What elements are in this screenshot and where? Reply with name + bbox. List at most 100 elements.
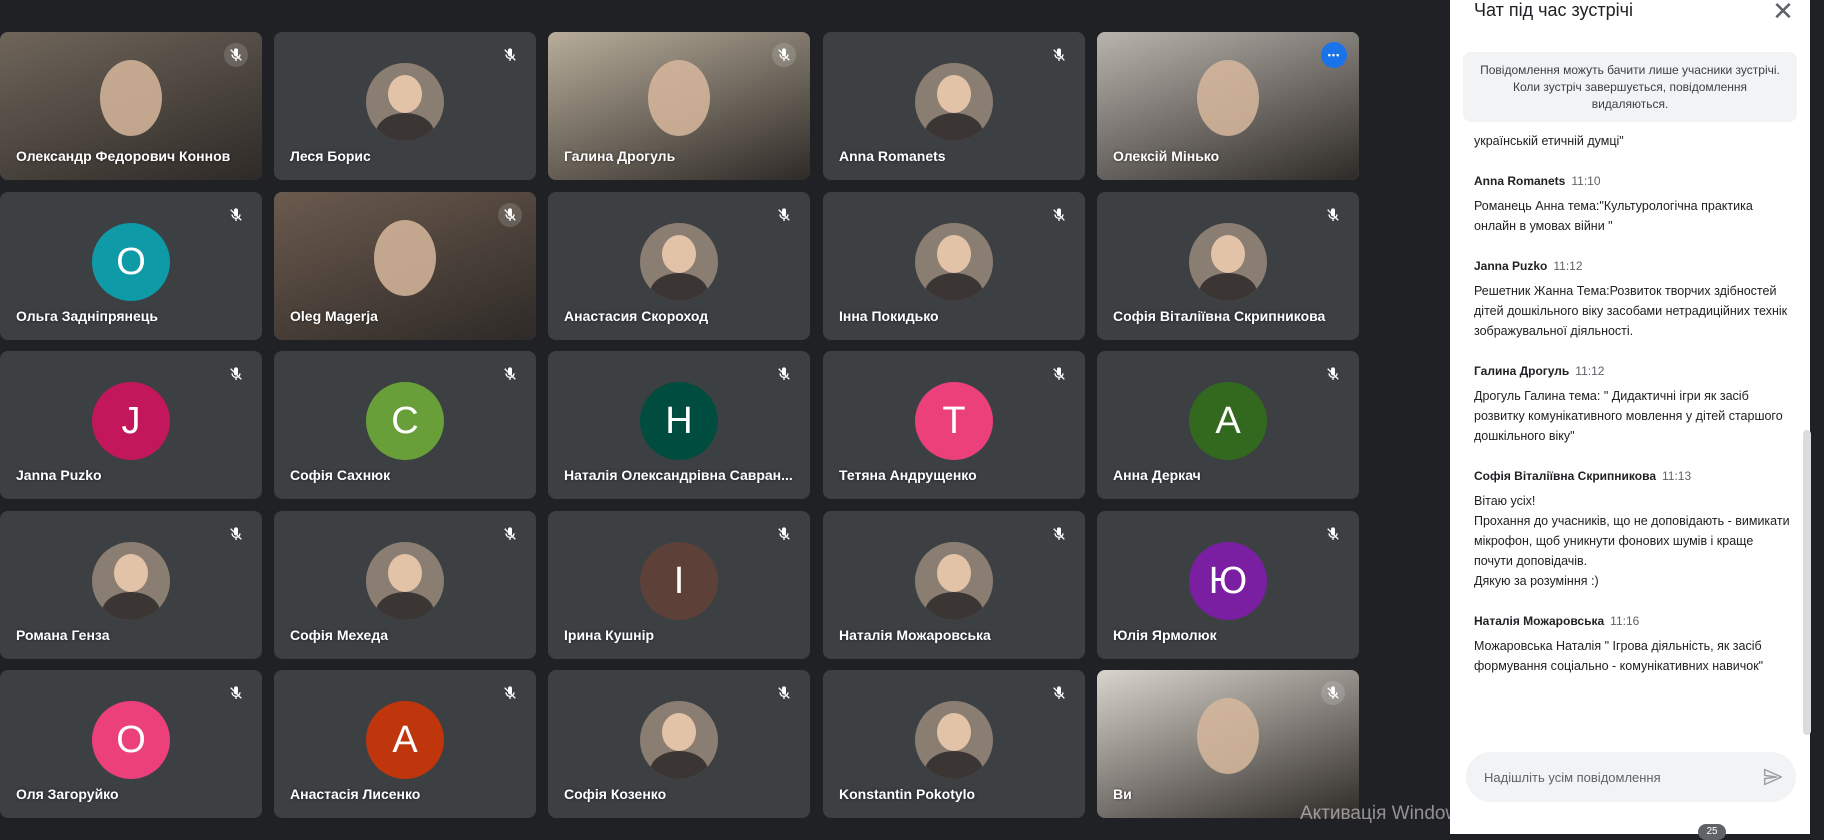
chat-title: Чат під час зустрічі — [1474, 0, 1633, 20]
participant-face — [1197, 60, 1259, 136]
participant-name: Леся Борис — [290, 148, 371, 164]
close-icon[interactable]: ✕ — [1768, 0, 1798, 26]
chat-message: Janna Puzko 11:12 Решетник Жанна Тема:Розв… — [1474, 259, 1790, 341]
participant-avatar: І — [640, 542, 718, 620]
message-text: Романець Анна тема:"Культурологічна прак… — [1474, 199, 1753, 233]
mic-muted-icon — [1047, 43, 1071, 67]
send-icon[interactable] — [1762, 767, 1784, 787]
mic-muted-icon — [1047, 681, 1071, 705]
participant-name: Романа Генза — [16, 627, 110, 643]
message-time: 11:12 — [1575, 364, 1605, 378]
participant-name: Ірина Кушнір — [564, 627, 655, 643]
message-header: Janna Puzko 11:12 — [1474, 259, 1790, 273]
participant-avatar: О — [92, 701, 170, 779]
participant-name: Наталія Олександрівна Савран... — [564, 467, 793, 483]
message-partial: українській етичній думці" — [1474, 131, 1790, 151]
mic-muted-icon — [224, 362, 248, 386]
participant-name: Konstantin Pokotylo — [839, 786, 976, 802]
participant-tile[interactable]: С Софія Сахнюк — [274, 351, 536, 499]
participant-name: Софія Козенко — [564, 786, 667, 802]
participant-avatar: О — [92, 223, 170, 301]
participant-tile[interactable]: Романа Генза — [0, 511, 262, 659]
participant-tile[interactable]: Олександр Федорович Коннов — [0, 32, 262, 180]
mic-muted-icon — [224, 681, 248, 705]
badge: 25 — [1698, 824, 1726, 840]
message-author: Галина Дрогуль — [1474, 364, 1570, 378]
message-author: Janna Puzko — [1474, 259, 1548, 273]
participant-avatar — [915, 542, 993, 620]
participant-tile[interactable]: Софія Мехеда — [274, 511, 536, 659]
mic-muted-icon — [772, 362, 796, 386]
participant-name: Софія Сахнюк — [290, 467, 391, 483]
participant-name: Анастасия Скороход — [564, 308, 709, 324]
participant-tile[interactable]: Наталія Можаровська — [823, 511, 1085, 659]
mic-muted-icon — [1321, 522, 1345, 546]
mic-muted-icon — [224, 43, 248, 67]
windows-activation-watermark: Активація Windows — [1300, 803, 1469, 824]
chat-scrollbar[interactable] — [1803, 430, 1811, 735]
mic-muted-icon — [224, 522, 248, 546]
message-header: Софія Віталіївна Скрипникова 11:13 — [1474, 469, 1790, 483]
message-header: Галина Дрогуль 11:12 — [1474, 364, 1790, 378]
participant-avatar — [640, 223, 718, 301]
mic-muted-icon — [772, 681, 796, 705]
participant-avatar: А — [1189, 382, 1267, 460]
participant-name: Ви — [1113, 786, 1132, 802]
more-options-icon[interactable]: ••• — [1321, 42, 1347, 68]
message-text: Дрогуль Галина тема: " Дидактичні ігри я… — [1474, 389, 1783, 443]
chat-message: Наталія Можаровська 11:16 Можаровська Ната… — [1474, 614, 1790, 676]
mic-muted-icon — [1321, 681, 1345, 705]
participant-tile[interactable]: Н Наталія Олександрівна Савран... — [548, 351, 810, 499]
participant-face — [374, 220, 436, 296]
participant-tile[interactable]: Інна Покидько — [823, 192, 1085, 340]
participant-tile[interactable]: Анастасия Скороход — [548, 192, 810, 340]
message-header: Anna Romanets 11:10 — [1474, 174, 1790, 188]
mic-muted-icon — [1321, 203, 1345, 227]
mic-muted-icon — [772, 203, 796, 227]
participant-avatar — [915, 63, 993, 141]
participant-tile[interactable]: О Оля Загоруйко — [0, 670, 262, 818]
participant-name: Anna Romanets — [839, 148, 946, 164]
message-composer — [1466, 752, 1796, 802]
participant-name: Софія Мехеда — [290, 627, 389, 643]
participant-tile[interactable]: Леся Борис — [274, 32, 536, 180]
participant-face — [648, 60, 710, 136]
participant-tile[interactable]: J Janna Puzko — [0, 351, 262, 499]
mic-muted-icon — [498, 43, 522, 67]
mic-muted-icon — [498, 203, 522, 227]
participant-tile[interactable]: А Анна Деркач — [1097, 351, 1359, 499]
participant-name: Наталія Можаровська — [839, 627, 991, 643]
participant-tile[interactable]: А Анастасія Лисенко — [274, 670, 536, 818]
participant-tile[interactable]: І Ірина Кушнір — [548, 511, 810, 659]
participant-tile[interactable]: Софія Козенко — [548, 670, 810, 818]
participant-avatar: Н — [640, 382, 718, 460]
mic-muted-icon — [1047, 203, 1071, 227]
mic-muted-icon — [1047, 522, 1071, 546]
message-text: Решетник Жанна Тема:Розвиток творчих зді… — [1474, 284, 1788, 338]
participant-tile[interactable]: Софія Віталіївна Скрипникова — [1097, 192, 1359, 340]
participant-tile[interactable]: ••• Олексій Мінько — [1097, 32, 1359, 180]
mic-muted-icon — [498, 681, 522, 705]
message-author: Наталія Можаровська — [1474, 614, 1605, 628]
participant-tile[interactable]: Anna Romanets — [823, 32, 1085, 180]
message-input[interactable] — [1484, 752, 1744, 802]
participant-tile[interactable]: Ви — [1097, 670, 1359, 818]
message-time: 11:13 — [1662, 469, 1692, 483]
participant-tile[interactable]: Konstantin Pokotylo — [823, 670, 1085, 818]
participant-name: Анна Деркач — [1113, 467, 1201, 483]
participant-name: Анастасія Лисенко — [290, 786, 421, 802]
participant-tile[interactable]: О Ольга Задніпрянець — [0, 192, 262, 340]
participant-avatar: Т — [915, 382, 993, 460]
participant-name: Інна Покидько — [839, 308, 939, 324]
participant-tile[interactable]: Oleg Magerja — [274, 192, 536, 340]
participant-avatar — [915, 223, 993, 301]
mic-muted-icon — [772, 43, 796, 67]
message-text: Можаровська Наталія " Ігрова діяльність,… — [1474, 639, 1764, 673]
message-list: українській етичній думці" Anna Romanets… — [1474, 131, 1790, 731]
message-time: 11:16 — [1610, 614, 1640, 628]
participant-tile[interactable]: Т Тетяна Андрущенко — [823, 351, 1085, 499]
participant-avatar: А — [366, 701, 444, 779]
participant-tile[interactable]: Галина Дрогуль — [548, 32, 810, 180]
participant-face — [1197, 698, 1259, 774]
participant-tile[interactable]: Ю Юлія Ярмолюк — [1097, 511, 1359, 659]
